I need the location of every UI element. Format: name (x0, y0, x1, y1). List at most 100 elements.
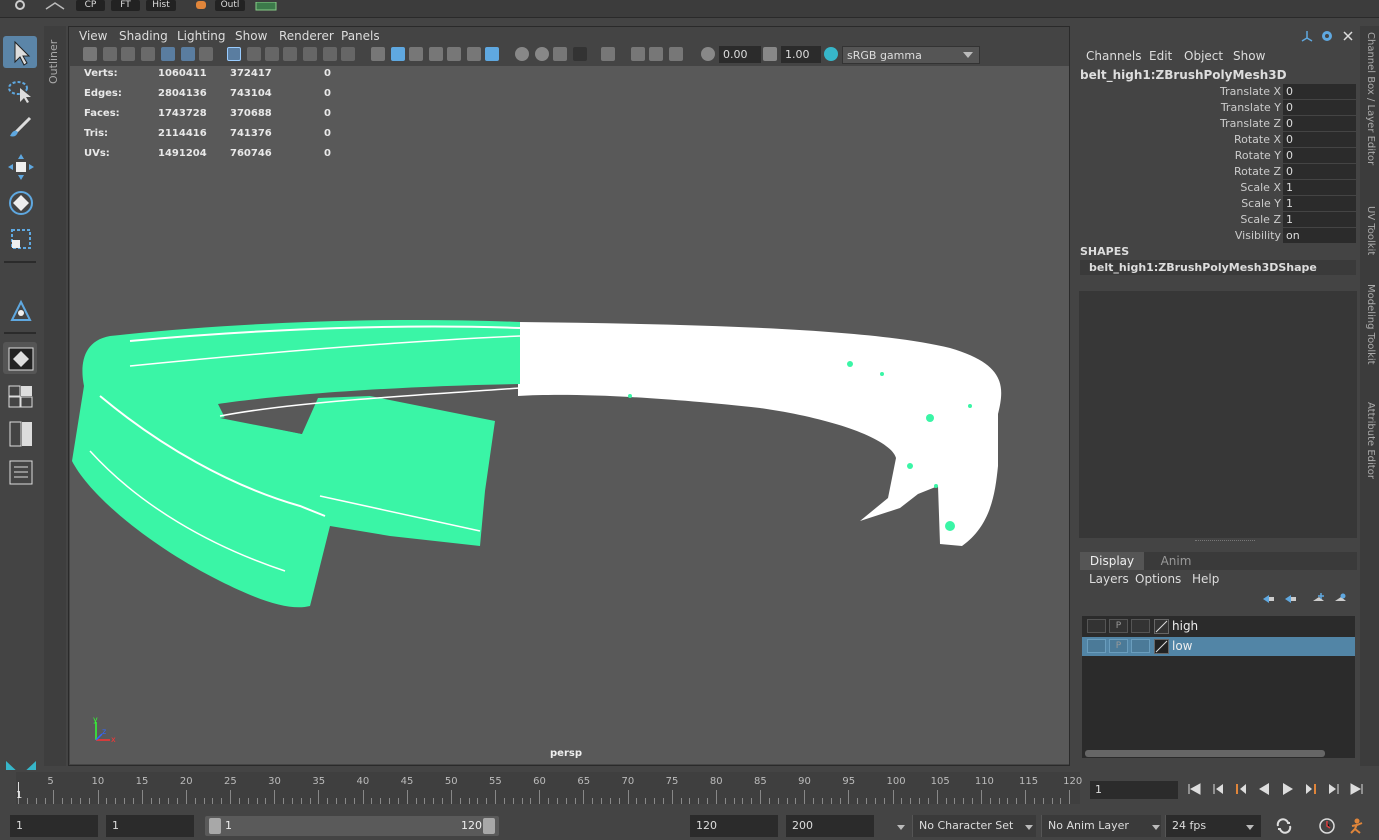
lasso-tool[interactable] (3, 74, 37, 106)
film-gate-toggle-icon[interactable] (247, 47, 261, 61)
gear-icon[interactable] (13, 0, 27, 12)
shadows-icon[interactable] (467, 47, 481, 61)
play-backward-icon[interactable] (1256, 781, 1272, 797)
tab-attribute-editor[interactable]: Attribute Editor (1365, 402, 1376, 479)
cp-button[interactable]: CP (76, 0, 105, 11)
3d-viewport[interactable]: Verts: 1060411 372417 0 Edges: 2804136 743104… (70, 66, 1069, 764)
attr-value[interactable]: 1 (1283, 180, 1356, 195)
cylinder-icon[interactable] (194, 0, 208, 12)
panel-splitter[interactable] (1195, 540, 1255, 542)
layer-visibility-toggle[interactable] (1087, 639, 1106, 653)
smooth-shade-icon[interactable] (391, 47, 405, 61)
shape-name[interactable]: belt_high1:ZBrushPolyMesh3DShape (1080, 260, 1356, 275)
move-tool[interactable] (3, 150, 37, 182)
attr-visibility[interactable]: Visibility on (1075, 228, 1360, 244)
tab-display[interactable]: Display (1080, 552, 1144, 570)
grid-toggle-icon[interactable] (227, 47, 241, 61)
gate-mask-icon[interactable] (283, 47, 297, 61)
backface-culling-icon[interactable] (669, 47, 683, 61)
pan-zoom-icon[interactable] (181, 47, 195, 61)
attr-rotate-y[interactable]: Rotate Y0 (1075, 148, 1360, 164)
xray-joints-icon[interactable] (631, 47, 645, 61)
playback-end-field[interactable]: 120 (690, 815, 778, 837)
menu-view[interactable]: View (79, 29, 107, 43)
axis-tripod-icon[interactable] (1300, 29, 1314, 46)
move-layer-down-icon[interactable] (1283, 593, 1297, 605)
menu-show[interactable]: Show (235, 29, 267, 43)
ft-button[interactable]: FT (111, 0, 140, 11)
layer-row-low[interactable]: P low (1082, 637, 1355, 656)
tab-channel-box-layer-editor[interactable]: Channel Box / Layer Editor (1365, 32, 1376, 165)
gamma-field[interactable]: 1.00 (781, 46, 821, 63)
attr-translate-y[interactable]: Translate Y0 (1075, 100, 1360, 116)
textured-icon[interactable] (429, 47, 443, 61)
layer-visibility-toggle[interactable] (1087, 619, 1106, 633)
play-forward-icon[interactable] (1280, 781, 1296, 797)
attr-value[interactable]: 1 (1283, 196, 1356, 211)
chevron-down-icon[interactable] (1025, 825, 1033, 830)
animation-end-field[interactable]: 200 (786, 815, 874, 837)
camera-attributes-icon[interactable] (103, 47, 117, 61)
gamma-icon[interactable] (763, 47, 777, 61)
select-tool[interactable] (3, 36, 37, 68)
scale-tool[interactable] (3, 222, 37, 254)
outliner-tab[interactable]: Outliner (44, 26, 66, 766)
menu-options[interactable]: Options (1135, 572, 1181, 586)
range-end-handle[interactable] (483, 818, 495, 834)
chevron-down-icon[interactable] (1246, 825, 1254, 830)
attr-value[interactable]: 0 (1283, 132, 1356, 147)
hist-button[interactable]: Hist (146, 0, 176, 11)
attr-scale-z[interactable]: Scale Z1 (1075, 212, 1360, 228)
menu-layers[interactable]: Layers (1089, 572, 1129, 586)
screen-space-ao-icon[interactable] (485, 47, 499, 61)
paint-select-tool[interactable] (3, 112, 37, 144)
attr-scale-y[interactable]: Scale Y1 (1075, 196, 1360, 212)
safe-action-icon[interactable] (323, 47, 337, 61)
new-layer-selected-icon[interactable] (1333, 593, 1347, 605)
color-space-select[interactable]: sRGB gamma (842, 46, 980, 64)
menu-show[interactable]: Show (1233, 49, 1265, 63)
wireframe-icon[interactable] (371, 47, 385, 61)
film-gate-icon[interactable] (161, 47, 175, 61)
menu-lighting[interactable]: Lighting (177, 29, 226, 43)
new-layer-icon[interactable] (1311, 593, 1325, 605)
attr-value[interactable]: on (1283, 228, 1356, 243)
layer-display-type-toggle[interactable] (1131, 619, 1150, 633)
animation-preferences-icon[interactable] (1347, 817, 1367, 838)
attr-value[interactable]: 0 (1283, 100, 1356, 115)
layout-four-tool[interactable] (3, 380, 37, 412)
layout-two-tool[interactable] (3, 418, 37, 450)
layer-playback-toggle[interactable]: P (1109, 639, 1128, 653)
menu-help[interactable]: Help (1192, 572, 1219, 586)
rotate-tool[interactable] (3, 186, 37, 218)
step-back-key-icon[interactable] (1233, 781, 1249, 797)
grid-icon[interactable] (255, 0, 277, 12)
go-to-end-icon[interactable] (1349, 781, 1365, 797)
tab-anim[interactable]: Anim (1144, 552, 1208, 570)
exposure-field[interactable]: 0.00 (719, 46, 761, 63)
playback-start-field[interactable]: 1 (106, 815, 194, 837)
isolate-icon[interactable] (1320, 29, 1334, 46)
go-to-start-icon[interactable] (1186, 781, 1202, 797)
layer-name[interactable]: low (1172, 639, 1193, 653)
outliner-layout-tool[interactable] (3, 456, 37, 488)
wireframe-on-shaded-icon[interactable] (409, 47, 423, 61)
attr-translate-z[interactable]: Translate Z0 (1075, 116, 1360, 132)
safe-title-icon[interactable] (341, 47, 355, 61)
exposure-icon[interactable] (701, 47, 715, 61)
attr-value[interactable]: 1 (1283, 212, 1356, 227)
attr-rotate-z[interactable]: Rotate Z0 (1075, 164, 1360, 180)
camera-icon[interactable] (83, 47, 97, 61)
universal-manipulator-tool[interactable] (3, 294, 37, 326)
move-layer-up-icon[interactable] (1261, 593, 1275, 605)
layer-name[interactable]: high (1172, 619, 1198, 633)
attr-scale-x[interactable]: Scale X1 (1075, 180, 1360, 196)
attr-value[interactable]: 0 (1283, 164, 1356, 179)
step-forward-frame-icon[interactable] (1326, 781, 1342, 797)
loop-icon[interactable] (1275, 818, 1293, 837)
isolate-select-icon[interactable] (573, 47, 587, 61)
field-chart-icon[interactable] (303, 47, 317, 61)
menu-panels[interactable]: Panels (341, 29, 380, 43)
outliner-button[interactable]: Outl (215, 0, 245, 11)
sculpt-icon[interactable] (44, 0, 66, 12)
